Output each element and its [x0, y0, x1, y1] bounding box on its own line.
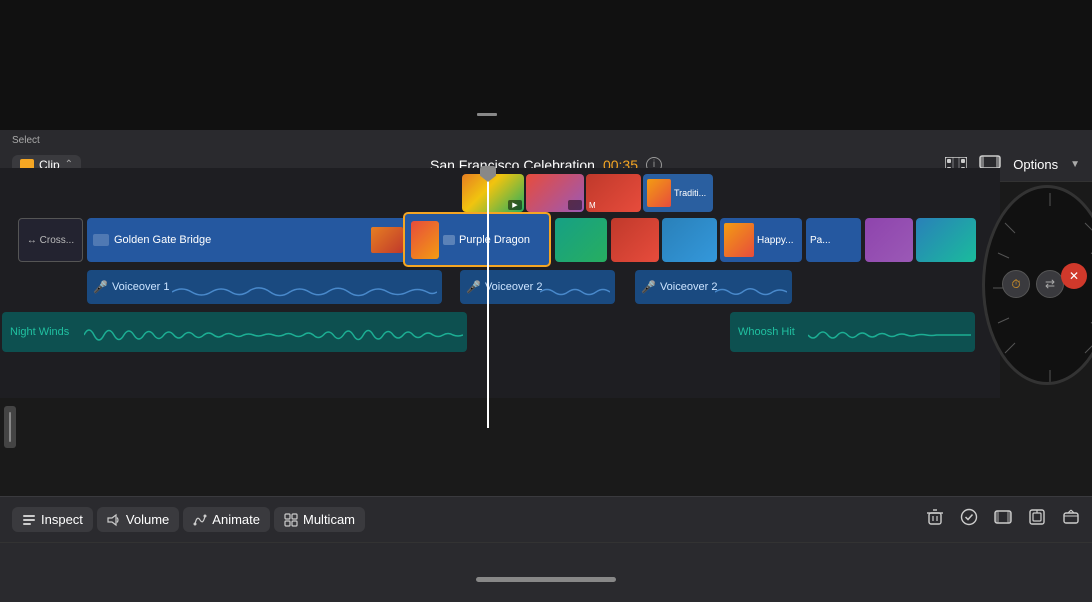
trim-button[interactable]: [994, 508, 1012, 531]
volume-button[interactable]: Volume: [97, 507, 179, 532]
purple-dragon-label: Purple Dragon: [459, 234, 530, 246]
camera-badge-2: [568, 200, 582, 210]
voiceover-1-label: Voiceover 1: [112, 281, 169, 293]
inspect-button[interactable]: Inspect: [12, 507, 93, 532]
golden-gate-clip[interactable]: Golden Gate Bridge: [87, 218, 407, 262]
upper-clip-4-thumb: [647, 179, 671, 207]
end-clip-1-thumb: [865, 218, 913, 262]
whoosh-waveform: [808, 321, 971, 349]
main-clip-3[interactable]: [611, 218, 659, 262]
voiceover-3-waveform: [715, 283, 787, 301]
night-winds-clip[interactable]: Night Winds: [2, 312, 467, 352]
happy-clip-label: Happy...: [757, 235, 794, 246]
voiceover-2-label: Voiceover 2: [485, 281, 542, 293]
night-winds-waveform: [84, 321, 463, 349]
purple-dragon-clip[interactable]: Purple Dragon: [403, 212, 551, 267]
happy-clip[interactable]: Happy...: [720, 218, 802, 262]
bottom-toolbar: Inspect Volume Animate Multicam: [0, 496, 1092, 542]
pa-clip[interactable]: Pa...: [806, 218, 861, 262]
mic-icon-1: 🎤: [93, 280, 108, 294]
toolbar-right-icons: [926, 508, 1080, 531]
camera-icon-1: ▶: [512, 201, 517, 209]
voiceover-2-clip[interactable]: 🎤 Voiceover 2: [460, 270, 615, 304]
animate-button[interactable]: Animate: [183, 507, 270, 532]
header-select-row: Select: [0, 130, 1092, 150]
upper-clip-1[interactable]: ▶: [462, 174, 524, 212]
timeline-container: ▶ М Traditi... ↔ Cross... Golden Gate Br…: [0, 168, 1000, 398]
options-button[interactable]: Options: [1013, 157, 1058, 172]
end-clip-1[interactable]: [865, 218, 913, 262]
clip3-label: М: [589, 201, 596, 210]
main-clip-4[interactable]: [662, 218, 717, 262]
voiceover-1-clip[interactable]: 🎤 Voiceover 1: [87, 270, 442, 304]
dial-buttons: ⏱ ⇄: [1002, 270, 1064, 298]
inspect-label: Inspect: [41, 512, 83, 527]
volume-label: Volume: [126, 512, 169, 527]
whoosh-hit-label: Whoosh Hit: [738, 326, 795, 338]
multicam-button[interactable]: Multicam: [274, 507, 365, 532]
mic-icon-2: 🎤: [466, 280, 481, 294]
voiceover-2-waveform: [540, 283, 610, 301]
end-clip-2[interactable]: [916, 218, 976, 262]
main-clip-3-thumb: [611, 218, 659, 262]
mic-icon-3: 🎤: [641, 280, 656, 294]
night-winds-label: Night Winds: [10, 326, 69, 338]
expand-button[interactable]: [1062, 508, 1080, 531]
purple-dragon-video-icon: [443, 235, 455, 245]
connect-button[interactable]: [1028, 508, 1046, 531]
speed-icon-button[interactable]: ⏱: [1002, 270, 1030, 298]
upper-clip-2[interactable]: [526, 174, 584, 212]
delete-button[interactable]: [926, 508, 944, 531]
upper-clip-3[interactable]: М: [586, 174, 641, 212]
playhead[interactable]: [487, 168, 489, 428]
purple-dragon-thumb: [411, 221, 439, 259]
done-button[interactable]: [960, 508, 978, 531]
end-clip-2-thumb: [916, 218, 976, 262]
voiceover-3-clip[interactable]: 🎤 Voiceover 2: [635, 270, 792, 304]
select-label: Select: [12, 135, 40, 146]
camera-badge-1: ▶: [508, 200, 522, 210]
main-clip-2[interactable]: [555, 218, 607, 262]
upper-clips-row: ▶ М Traditi...: [462, 174, 713, 212]
scroll-indicator: [476, 577, 616, 582]
multicam-icon: [284, 513, 298, 527]
animate-icon: [193, 513, 207, 527]
main-clip-2-thumb: [555, 218, 607, 262]
whoosh-hit-clip[interactable]: Whoosh Hit: [730, 312, 975, 352]
track-edge-icon: [4, 406, 16, 448]
volume-icon: [107, 513, 121, 527]
viewer-area: [0, 0, 1092, 130]
voiceover-3-label: Voiceover 2: [660, 281, 717, 293]
main-clip-4-thumb: [662, 218, 717, 262]
golden-gate-label: Golden Gate Bridge: [114, 234, 211, 246]
happy-clip-thumb: [724, 223, 754, 257]
transition-clip[interactable]: ↔ Cross...: [18, 218, 83, 262]
upper-clip-4-label: Traditi...: [674, 188, 706, 198]
upper-clip-4[interactable]: Traditi...: [643, 174, 713, 212]
animate-label: Animate: [212, 512, 260, 527]
voiceover-1-waveform: [172, 283, 437, 301]
multicam-label: Multicam: [303, 512, 355, 527]
video-icon-golden-gate: [93, 234, 109, 246]
transition-label: ↔ Cross...: [27, 235, 74, 246]
dial-widget: ⏱ ⇄ ✕: [977, 185, 1092, 395]
dial-close-button[interactable]: ✕: [1061, 263, 1087, 289]
pa-clip-label: Pa...: [810, 235, 831, 246]
bottom-bar: [0, 542, 1092, 602]
inspect-icon: [22, 513, 36, 527]
playhead-top-indicator: [477, 113, 497, 116]
track-edge-line: [9, 412, 11, 442]
swap-icon-button[interactable]: ⇄: [1036, 270, 1064, 298]
golden-gate-thumb: [371, 227, 403, 253]
options-chevron: ▼: [1070, 159, 1080, 170]
